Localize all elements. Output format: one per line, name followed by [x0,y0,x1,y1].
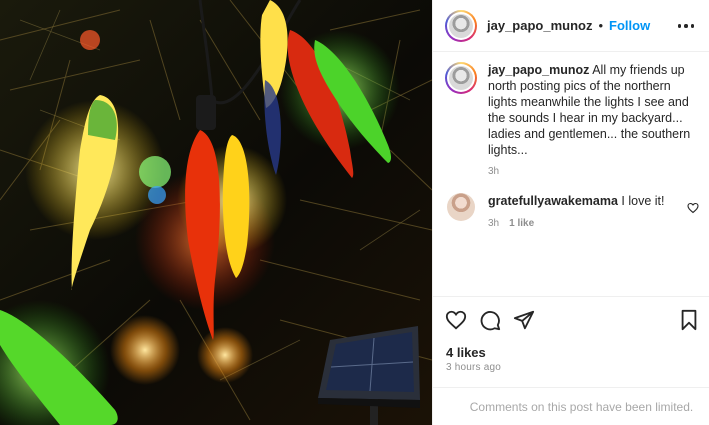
comment-text-block: gratefullyawakemama I love it! [488,193,688,209]
comments-limited-notice: Comments on this post have been limited. [433,387,709,425]
commenter-avatar[interactable] [447,193,475,221]
comment-item: gratefullyawakemama I love it! 3h 1 like [445,193,703,229]
comment-likes[interactable]: 1 like [509,218,534,229]
comment-timestamp[interactable]: 3h [488,218,499,229]
comment-icon[interactable] [479,309,501,336]
comment-text: I love it! [621,194,665,208]
author-username[interactable]: jay_papo_munoz [487,18,592,33]
post-time-ago[interactable]: 3 hours ago [446,362,501,373]
likes-count[interactable]: 4 likes [446,345,486,360]
heart-icon[interactable] [445,309,467,336]
send-icon[interactable] [513,309,535,336]
caption-text: All my friends up north posting pics of … [488,63,691,157]
post-image[interactable] [0,0,432,425]
post-caption: jay_papo_munoz All my friends up north p… [445,62,703,177]
comment-heart-icon[interactable] [687,201,699,219]
header-separator: • [598,18,604,33]
action-bar [433,296,709,342]
post-panel: jay_papo_munoz • Follow jay_papo_munoz A… [432,0,709,425]
caption-text-block: jay_papo_munoz All my friends up north p… [488,62,693,158]
comment-username[interactable]: gratefullyawakemama [488,194,618,208]
author-avatar[interactable] [445,9,477,42]
post-header: jay_papo_munoz • Follow [433,0,709,52]
caption-timestamp[interactable]: 3h [488,166,693,177]
string-lights-photo [0,0,432,425]
more-horizontal-icon[interactable] [676,16,696,36]
caption-avatar[interactable] [445,62,477,94]
caption-username[interactable]: jay_papo_munoz [488,63,589,77]
bookmark-icon[interactable] [679,309,699,336]
follow-button[interactable]: Follow [609,18,650,33]
